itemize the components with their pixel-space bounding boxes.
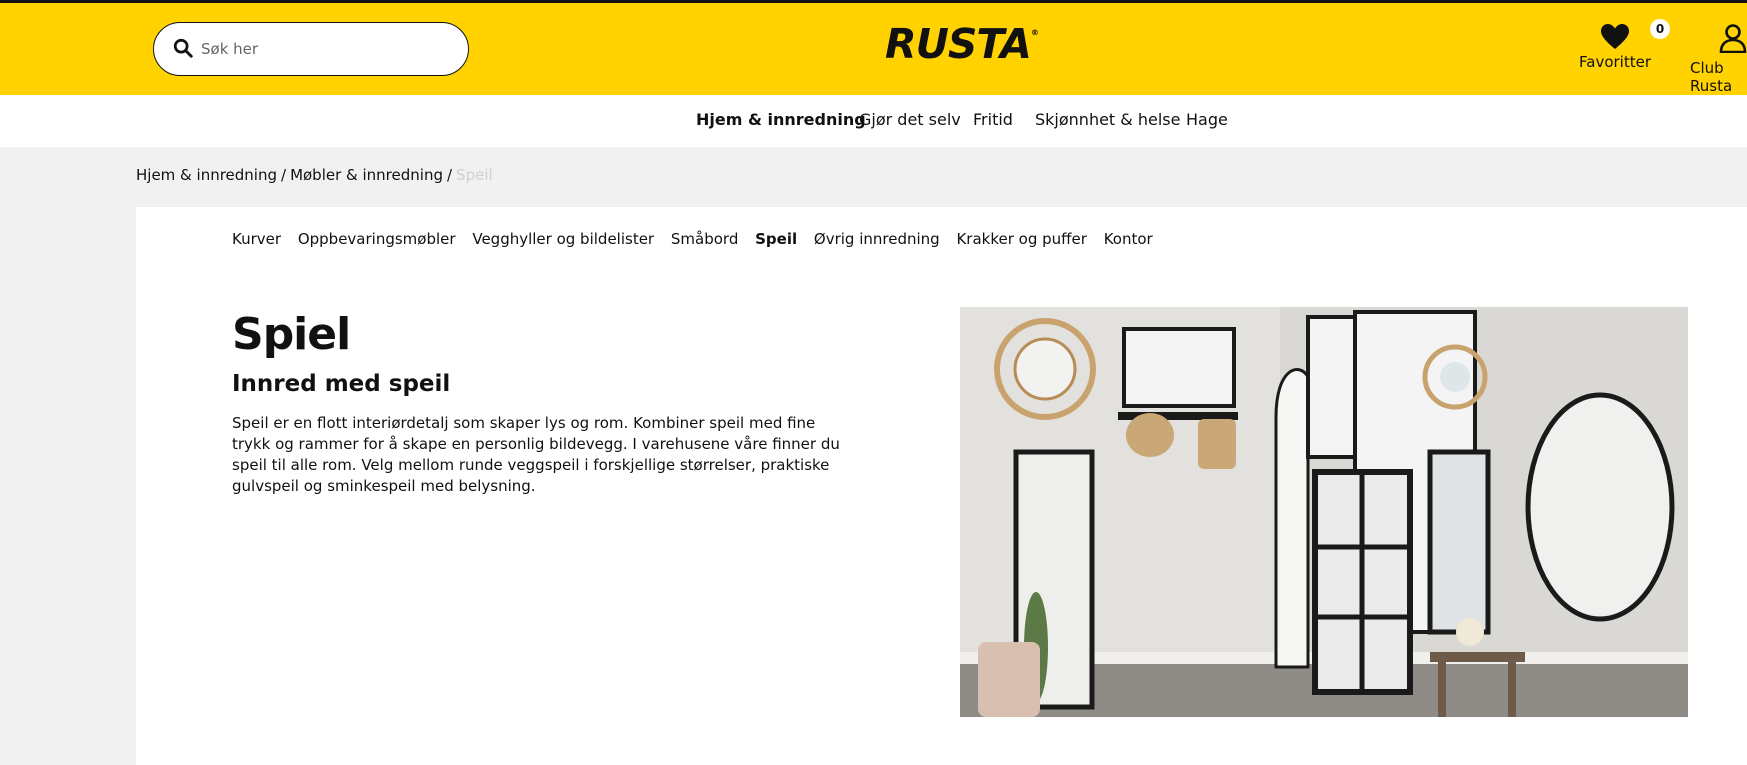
rusta-logo[interactable]: RUSTA® — [885, 20, 1039, 68]
breadcrumb-separator: / — [446, 166, 453, 184]
site-header: RUSTA® 0 Favoritter Club Rusta — [0, 3, 1747, 95]
subnav-ovrig-innredning[interactable]: Øvrig innredning — [814, 230, 940, 248]
search-box[interactable] — [153, 22, 469, 76]
logo-text: RUSTA — [885, 20, 1032, 68]
nav-hjem-innredning[interactable]: Hjem & innredning — [696, 110, 866, 129]
favorites-button[interactable]: 0 Favoritter — [1575, 19, 1670, 71]
nav-skjonnhet-helse[interactable]: Skjønnhet & helse — [1035, 110, 1180, 129]
page-title: Spiel — [232, 309, 351, 360]
account-label: Club Rusta — [1690, 59, 1733, 95]
registered-mark: ® — [1030, 28, 1039, 37]
subnav-oppbevaringsmobler[interactable]: Oppbevaringsmøbler — [298, 230, 456, 248]
favorites-label: Favoritter — [1579, 53, 1651, 71]
favorites-count-badge: 0 — [1650, 19, 1670, 39]
subnav-kurver[interactable]: Kurver — [232, 230, 281, 248]
nav-hage[interactable]: Hage — [1186, 110, 1228, 129]
breadcrumb-current: Speil — [456, 166, 493, 184]
subnav-kontor[interactable]: Kontor — [1104, 230, 1153, 248]
account-button[interactable]: Club Rusta — [1690, 23, 1747, 95]
category-subnav: Kurver Oppbevaringsmøbler Vegghyller og … — [232, 230, 1165, 248]
subnav-smabord[interactable]: Småbord — [671, 230, 738, 248]
mirrors-illustration — [960, 307, 1688, 717]
subnav-krakker-puffer[interactable]: Krakker og puffer — [956, 230, 1086, 248]
breadcrumb: Hjem & innredning / Møbler & innredning / Sp… — [136, 166, 493, 184]
breadcrumb-separator: / — [281, 166, 287, 184]
breadcrumb-item-hjem[interactable]: Hjem & innredning — [136, 166, 277, 184]
breadcrumb-item-mobler[interactable]: Møbler & innredning — [290, 166, 443, 184]
subnav-speil[interactable]: Speil — [755, 230, 797, 248]
page-subtitle: Innred med speil — [232, 371, 451, 397]
nav-gjor-det-selv[interactable]: Gjør det selv — [859, 110, 961, 129]
nav-fritid[interactable]: Fritid — [973, 110, 1013, 129]
subnav-vegghyller[interactable]: Vegghyller og bildelister — [472, 230, 654, 248]
heart-icon — [1601, 24, 1629, 49]
content-panel: Kurver Oppbevaringsmøbler Vegghyller og … — [136, 207, 1747, 765]
search-input[interactable] — [199, 33, 453, 65]
user-icon — [1719, 24, 1747, 54]
main-nav: Hjem & innredning Gjør det selv Fritid S… — [0, 95, 1747, 147]
mirrors-hero-image — [960, 307, 1688, 717]
search-icon[interactable] — [172, 37, 194, 59]
page-description: Speil er en flott interiørdetalj som ska… — [232, 414, 840, 495]
